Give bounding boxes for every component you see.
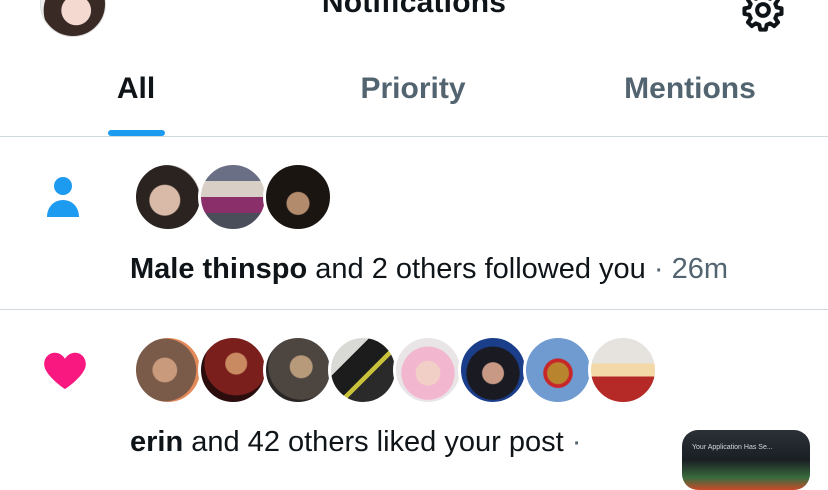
timestamp: 26m [671, 253, 728, 285]
action-text: and 42 others liked your post [183, 426, 564, 458]
separator: · [645, 253, 672, 285]
avatar[interactable] [523, 335, 593, 405]
separator: · [563, 426, 582, 458]
post-thumbnail[interactable]: Your Application Has Se... [682, 430, 810, 490]
avatar[interactable] [133, 335, 203, 405]
avatar[interactable] [133, 162, 203, 232]
notification-text: Male thinspo and 2 others followed you ·… [130, 253, 728, 286]
avatar[interactable] [198, 335, 268, 405]
notification-text: erin and 42 others liked your post · [130, 426, 581, 459]
actor-name[interactable]: erin [130, 426, 183, 458]
page-title: Notifications [321, 0, 507, 19]
actor-name[interactable]: Male thinspo [130, 253, 307, 285]
header: Notifications [0, 0, 828, 56]
avatar[interactable] [328, 335, 398, 405]
person-icon [47, 177, 79, 217]
notification-follow[interactable]: Male thinspo and 2 others followed you ·… [0, 137, 828, 310]
avatar[interactable] [458, 335, 528, 405]
avatar[interactable] [393, 335, 463, 405]
avatar-group [133, 162, 333, 232]
active-tab-indicator [108, 130, 165, 136]
avatar-group [133, 335, 658, 405]
avatar[interactable] [263, 162, 333, 232]
avatar[interactable] [198, 162, 268, 232]
gear-icon[interactable] [741, 0, 785, 32]
thumbnail-text: Your Application Has Se... [692, 444, 773, 451]
action-text: and 2 others followed you [307, 253, 646, 285]
tab-all[interactable]: All [90, 72, 182, 106]
avatar[interactable] [588, 335, 658, 405]
tab-bar: All Priority Mentions [0, 56, 828, 137]
tab-priority[interactable]: Priority [333, 72, 493, 106]
tab-mentions[interactable]: Mentions [604, 72, 776, 106]
notification-like[interactable]: erin and 42 others liked your post · You… [0, 310, 828, 490]
heart-icon [44, 352, 86, 390]
avatar[interactable] [263, 335, 333, 405]
